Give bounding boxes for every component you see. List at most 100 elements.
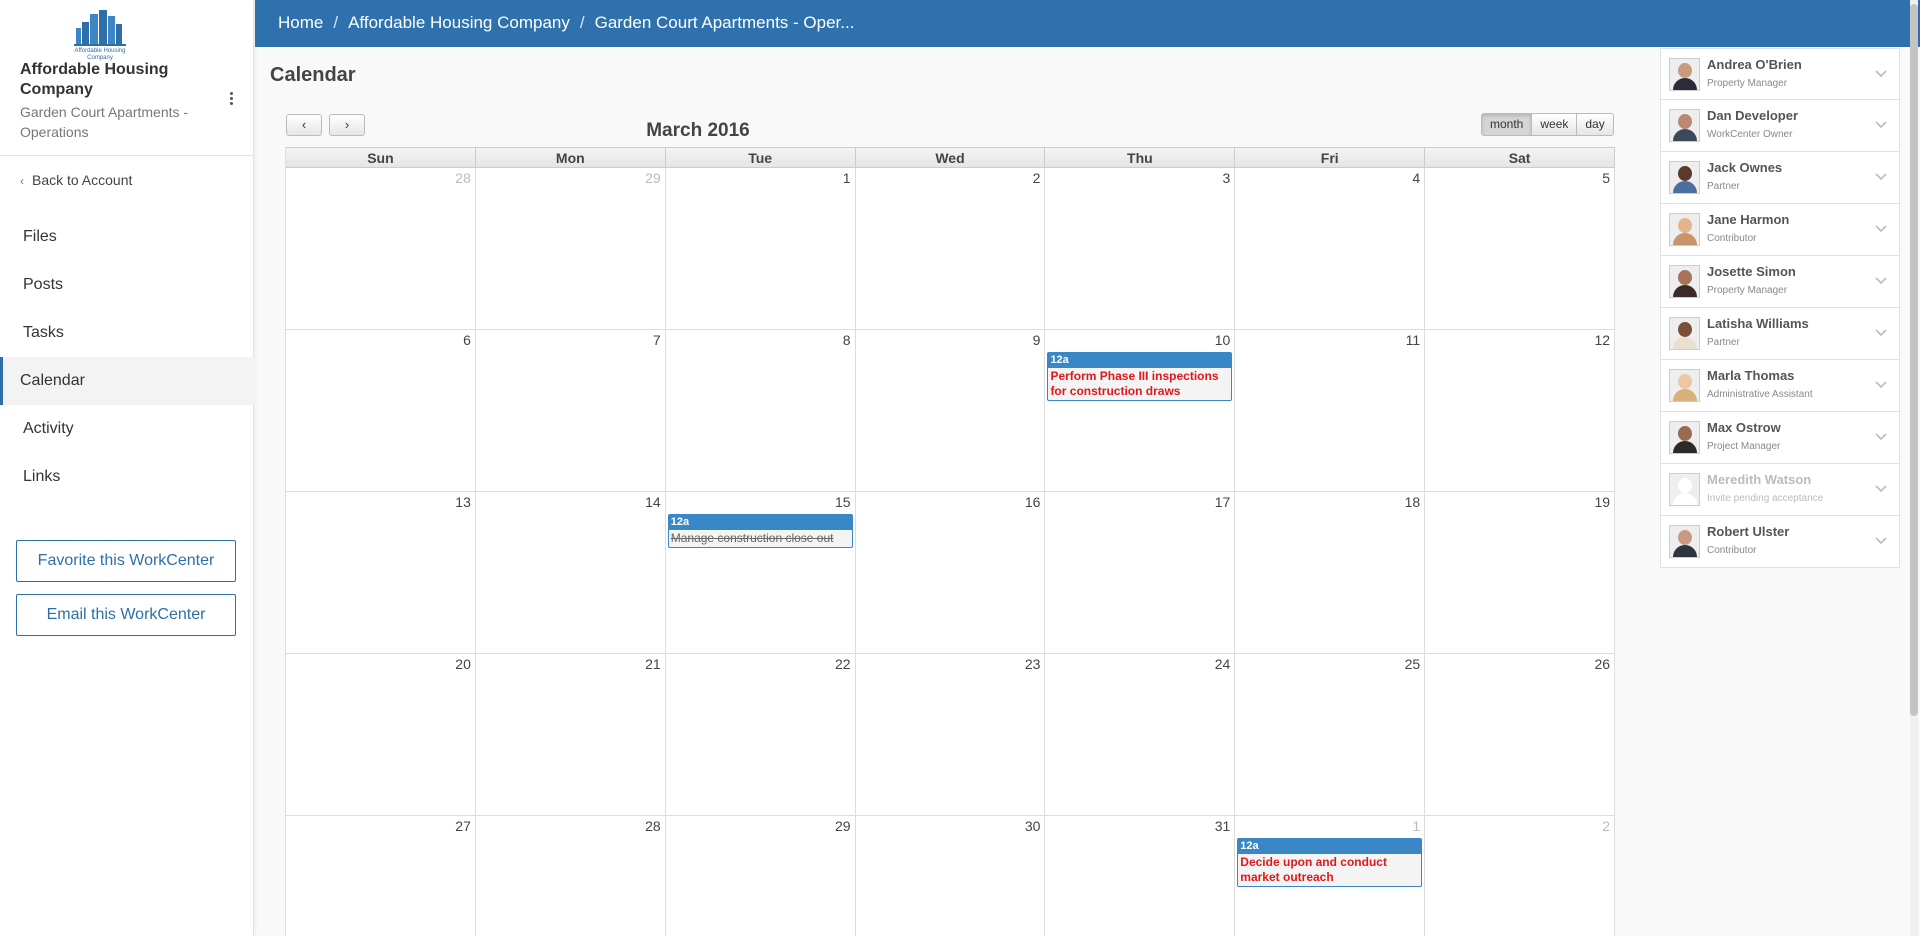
calendar-event[interactable]: 12a Decide upon and conduct market outrea…: [1237, 838, 1423, 887]
day-cell[interactable]: 31: [1045, 816, 1236, 936]
member-card[interactable]: Jack Ownes Partner: [1660, 152, 1900, 204]
chevron-down-icon[interactable]: [1875, 482, 1887, 494]
view-week-button[interactable]: week: [1531, 113, 1578, 136]
chevron-down-icon[interactable]: [1875, 378, 1887, 390]
day-cell[interactable]: 19: [1425, 492, 1616, 653]
chevron-down-icon[interactable]: [1875, 274, 1887, 286]
day-number: 14: [645, 494, 661, 510]
member-card[interactable]: Jane Harmon Contributor: [1660, 204, 1900, 256]
member-card[interactable]: Marla Thomas Administrative Assistant: [1660, 360, 1900, 412]
day-cell[interactable]: 25: [1235, 654, 1426, 815]
sidebar-nav: Files Posts Tasks Calendar Activity Links: [0, 213, 254, 501]
day-cell[interactable]: 1: [665, 168, 856, 329]
sidebar-item-posts[interactable]: Posts: [0, 261, 254, 309]
day-number: 1: [1412, 818, 1421, 834]
company-logo[interactable]: Affordable Housing Company: [72, 10, 128, 61]
back-to-account-label: Back to Account: [32, 172, 133, 188]
day-cell[interactable]: 17: [1045, 492, 1236, 653]
prev-month-button[interactable]: ‹: [286, 114, 322, 136]
sidebar-item-tasks[interactable]: Tasks: [0, 309, 254, 357]
day-cell[interactable]: 26: [1425, 654, 1616, 815]
day-cell[interactable]: 24: [1045, 654, 1236, 815]
day-cell[interactable]: 5: [1425, 168, 1616, 329]
day-number: 10: [1214, 332, 1231, 348]
member-card[interactable]: Max Ostrow Project Manager: [1660, 412, 1900, 464]
sidebar-item-files[interactable]: Files: [0, 213, 254, 261]
member-role: Partner: [1707, 337, 1740, 348]
event-time: 12a: [668, 515, 852, 530]
breadcrumb-workcenter[interactable]: Garden Court Apartments - Oper...: [595, 13, 855, 32]
day-cell[interactable]: 30: [855, 816, 1046, 936]
week-row: 6 7 8 9 10 12a Perform Phase III inspections f…: [286, 330, 1616, 492]
event-title: Perform Phase III inspections for constr…: [1050, 369, 1219, 398]
email-workcenter-button[interactable]: Email this WorkCenter: [16, 594, 236, 636]
chevron-down-icon[interactable]: [1875, 326, 1887, 338]
chevron-down-icon[interactable]: [1875, 67, 1887, 79]
sidebar-item-links[interactable]: Links: [0, 453, 254, 501]
day-cell[interactable]: 2: [1425, 816, 1616, 936]
day-cell[interactable]: 9: [855, 330, 1046, 491]
day-cell[interactable]: 20: [286, 654, 476, 815]
page-scrollbar[interactable]: [1910, 0, 1918, 936]
day-number: 11: [1405, 332, 1421, 348]
favorite-workcenter-button[interactable]: Favorite this WorkCenter: [16, 540, 236, 582]
member-card[interactable]: Josette Simon Property Manager: [1660, 256, 1900, 308]
week-row: 13 14 15 12a Manage construction close out 16…: [286, 492, 1616, 654]
building-logo-icon: [74, 10, 126, 46]
chevron-down-icon[interactable]: [1875, 118, 1887, 130]
back-to-account-link[interactable]: ‹ Back to Account: [20, 172, 132, 188]
day-cell[interactable]: 8: [665, 330, 856, 491]
day-number: 8: [842, 332, 851, 348]
day-cell[interactable]: 29: [475, 168, 666, 329]
day-cell[interactable]: 22: [665, 654, 856, 815]
breadcrumb-account[interactable]: Affordable Housing Company: [348, 13, 570, 32]
day-cell[interactable]: 23: [855, 654, 1046, 815]
avatar: [1669, 109, 1700, 142]
day-cell[interactable]: 18: [1235, 492, 1426, 653]
member-card[interactable]: Dan Developer WorkCenter Owner: [1660, 100, 1900, 152]
chevron-down-icon[interactable]: [1875, 430, 1887, 442]
day-cell[interactable]: 28: [286, 168, 476, 329]
member-card[interactable]: Latisha Williams Partner: [1660, 308, 1900, 360]
day-cell[interactable]: 6: [286, 330, 476, 491]
chevron-down-icon[interactable]: [1875, 170, 1887, 182]
day-cell[interactable]: 15 12a Manage construction close out: [665, 492, 856, 653]
sidebar-item-calendar[interactable]: Calendar: [0, 357, 254, 405]
calendar-event[interactable]: 12a Perform Phase III inspections for con…: [1047, 352, 1233, 401]
member-card[interactable]: Meredith Watson Invite pending acceptance: [1660, 464, 1900, 516]
weekday-header: Thu: [1045, 148, 1236, 167]
day-cell[interactable]: 14: [475, 492, 666, 653]
breadcrumb-separator: /: [579, 13, 585, 32]
day-cell[interactable]: 21: [475, 654, 666, 815]
day-cell[interactable]: 27: [286, 816, 476, 936]
day-cell[interactable]: 16: [855, 492, 1046, 653]
breadcrumb: Home / Affordable Housing Company / Garden C…: [255, 0, 1920, 47]
day-cell[interactable]: 12: [1425, 330, 1616, 491]
member-card[interactable]: Robert Ulster Contributor: [1660, 516, 1900, 568]
day-cell[interactable]: 13: [286, 492, 476, 653]
scrollbar-thumb[interactable]: [1910, 4, 1918, 716]
avatar: [1669, 213, 1700, 246]
member-card[interactable]: Andrea O'Brien Property Manager: [1660, 48, 1900, 100]
day-cell[interactable]: 1 12a Decide upon and conduct market outre…: [1235, 816, 1426, 936]
weekday-header: Wed: [856, 148, 1046, 167]
view-day-button[interactable]: day: [1576, 113, 1614, 136]
day-cell[interactable]: 4: [1235, 168, 1426, 329]
breadcrumb-home[interactable]: Home: [278, 13, 323, 32]
chevron-down-icon[interactable]: [1875, 222, 1887, 234]
more-options-icon[interactable]: [224, 90, 238, 110]
day-cell[interactable]: 11: [1235, 330, 1426, 491]
event-time: 12a: [1048, 353, 1232, 368]
day-cell[interactable]: 28: [475, 816, 666, 936]
day-number: 25: [1404, 656, 1421, 672]
day-cell[interactable]: 10 12a Perform Phase III inspections for c…: [1045, 330, 1236, 491]
day-cell[interactable]: 3: [1045, 168, 1236, 329]
day-cell[interactable]: 29: [665, 816, 856, 936]
calendar-event[interactable]: 12a Manage construction close out: [667, 514, 853, 548]
sidebar-item-activity[interactable]: Activity: [0, 405, 254, 453]
day-cell[interactable]: 7: [475, 330, 666, 491]
day-cell[interactable]: 2: [855, 168, 1046, 329]
next-month-button[interactable]: ›: [329, 114, 365, 136]
chevron-down-icon[interactable]: [1875, 534, 1887, 546]
view-month-button[interactable]: month: [1481, 113, 1533, 136]
